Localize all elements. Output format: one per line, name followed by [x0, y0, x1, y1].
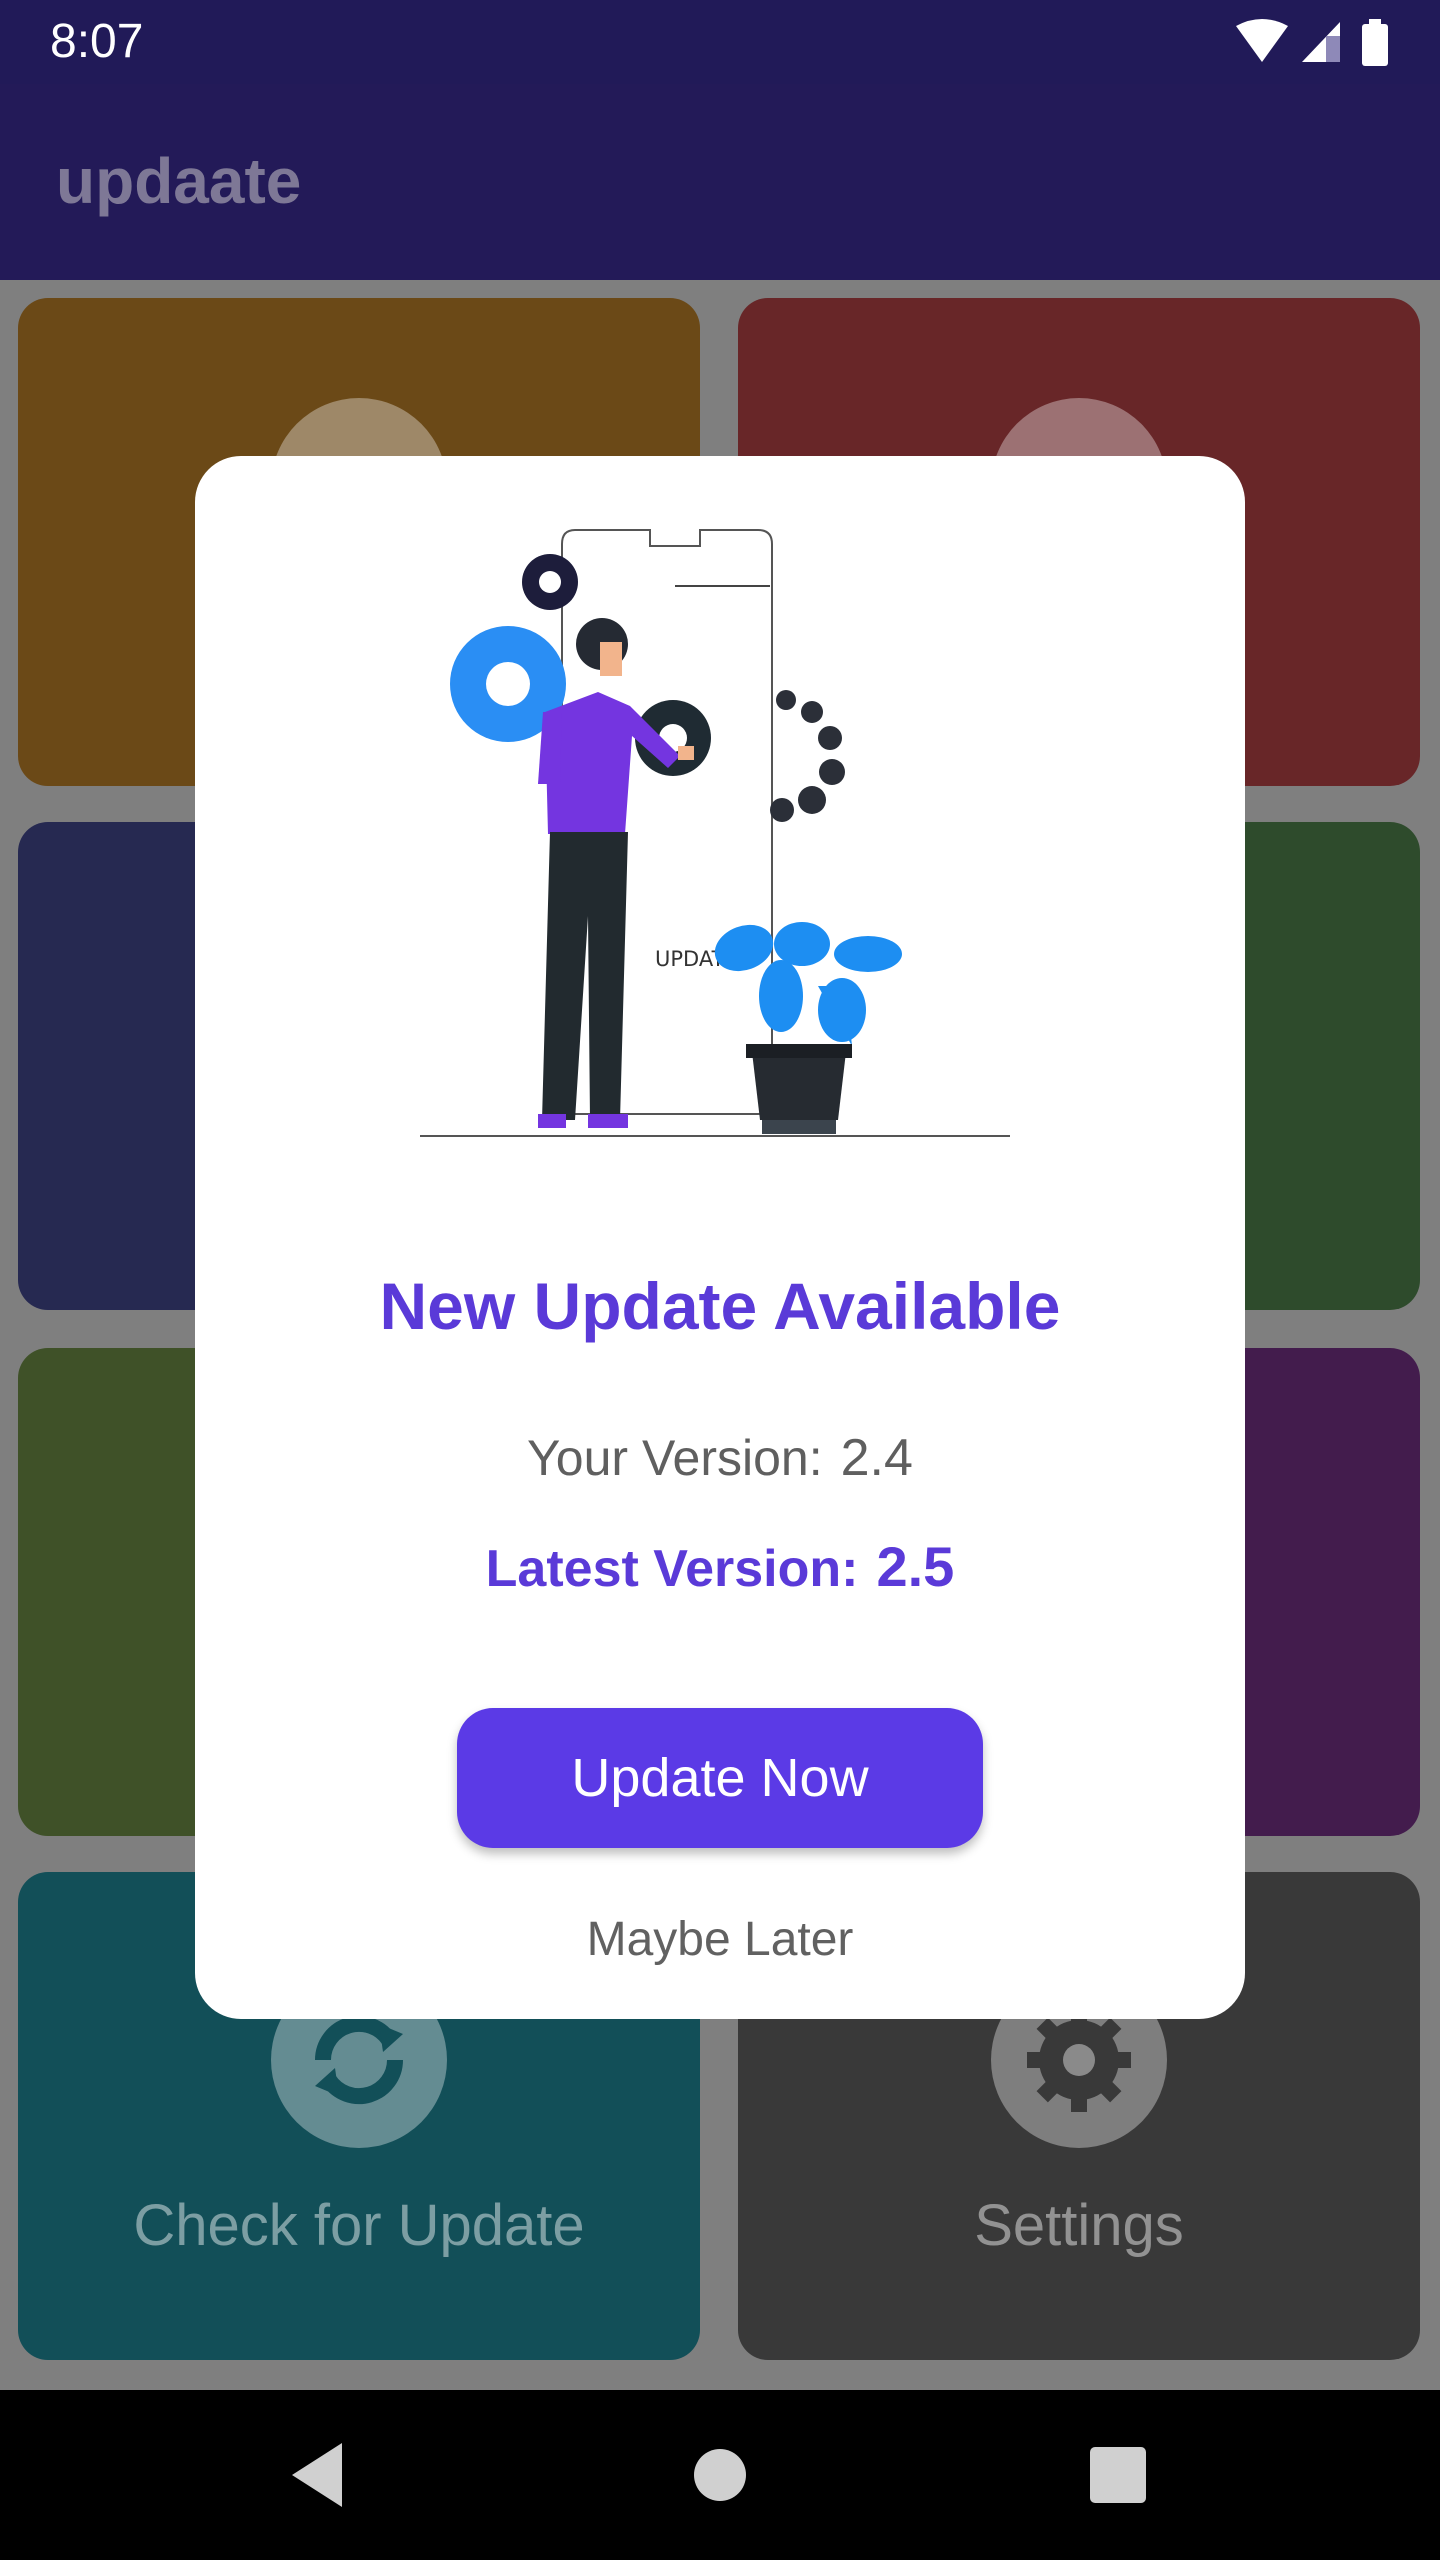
latest-version-row: Latest Version: 2.5: [195, 1534, 1245, 1599]
current-version-value: 2.4: [840, 1429, 913, 1487]
latest-version-value: 2.5: [876, 1535, 955, 1598]
current-version-label: Your Version:: [527, 1430, 823, 1486]
gear-icon-dark: [522, 554, 578, 610]
status-icons: [1236, 19, 1388, 66]
recents-icon[interactable]: [1078, 2435, 1158, 2515]
status-bar: 8:07: [0, 0, 1440, 84]
home-icon[interactable]: [680, 2435, 760, 2515]
app-bar: updaate: [0, 84, 1440, 280]
battery-icon: [1362, 24, 1388, 66]
maybe-later-button[interactable]: Maybe Later: [520, 1894, 920, 1984]
wifi-icon: [1236, 19, 1288, 62]
system-nav-bar: [0, 2390, 1440, 2560]
update-illustration: UPDATE: [420, 529, 1010, 1137]
update-dialog: UPDATE New Update Available Your Version…: [195, 456, 1245, 2019]
back-icon[interactable]: [280, 2435, 360, 2515]
latest-version-label: Latest Version:: [485, 1540, 859, 1598]
current-version-row: Your Version: 2.4: [195, 1428, 1245, 1488]
status-time: 8:07: [50, 15, 144, 68]
update-now-button[interactable]: Update Now: [457, 1708, 983, 1848]
plant-icon: [714, 922, 902, 1134]
dialog-heading: New Update Available: [379, 1269, 1061, 1343]
cellular-dim: [1326, 36, 1340, 62]
app-title: updaate: [56, 145, 302, 217]
